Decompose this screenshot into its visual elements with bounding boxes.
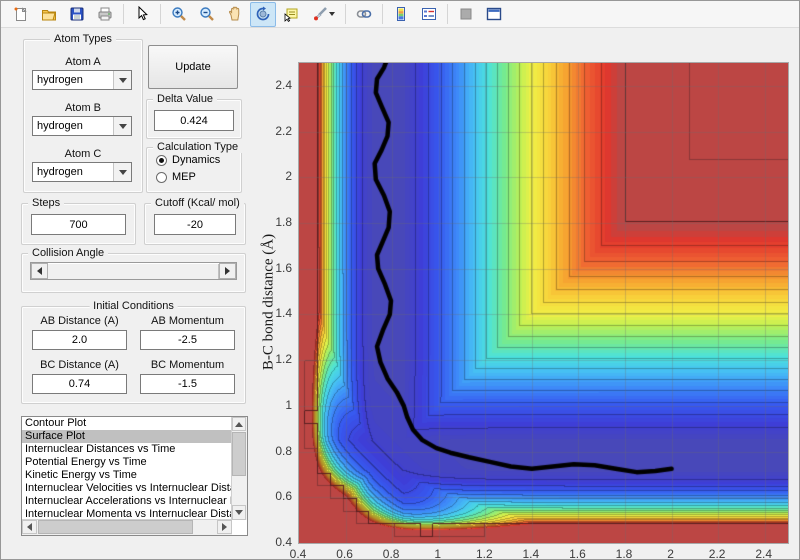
y-tick-label: 2.2 bbox=[264, 124, 292, 138]
x-tick-label: 0.4 bbox=[290, 547, 307, 560]
toolbar-pan[interactable] bbox=[222, 2, 248, 27]
toolbar-insert-colorbar[interactable] bbox=[388, 2, 414, 27]
contour-plot-canvas[interactable] bbox=[298, 62, 789, 544]
y-tick-label: 0.4 bbox=[264, 535, 292, 549]
x-tick-label: 1.6 bbox=[569, 547, 586, 560]
plot-area: A-B bond distance (Å) B-C bond distance … bbox=[1, 28, 799, 559]
application-window: Atom Types Atom A hydrogen Atom B hydrog… bbox=[0, 0, 800, 560]
open-folder-icon bbox=[41, 6, 57, 22]
y-tick-label: 1 bbox=[264, 398, 292, 412]
toolbar-separator bbox=[382, 4, 383, 24]
y-tick-label: 1.2 bbox=[264, 352, 292, 366]
toolbar-separator bbox=[447, 4, 448, 24]
toolbar-edit-plot[interactable] bbox=[129, 2, 155, 27]
y-tick-label: 2 bbox=[264, 169, 292, 183]
brush-dropdown-caret-icon[interactable] bbox=[329, 12, 335, 16]
y-axis-label: B-C bond distance (Å) bbox=[261, 234, 278, 370]
toolbar-new-figure[interactable] bbox=[8, 2, 34, 27]
zoom-in-icon bbox=[171, 6, 187, 22]
hide-plot-tools-icon bbox=[458, 6, 474, 22]
rotate-3d-icon bbox=[255, 6, 271, 22]
x-tick-label: 2 bbox=[667, 547, 674, 560]
toolbar-brush[interactable] bbox=[306, 2, 340, 27]
toolbar-hide-plot-tools[interactable] bbox=[453, 2, 479, 27]
toolbar-rotate-3d[interactable] bbox=[250, 2, 276, 27]
toolbar-zoom-in[interactable] bbox=[166, 2, 192, 27]
y-tick-label: 1.4 bbox=[264, 306, 292, 320]
x-tick-label: 1 bbox=[434, 547, 441, 560]
x-tick-label: 1.4 bbox=[523, 547, 540, 560]
arrow-cursor-icon bbox=[134, 6, 150, 22]
brush-icon bbox=[312, 6, 328, 22]
x-tick-label: 2.2 bbox=[709, 547, 726, 560]
save-floppy-icon bbox=[69, 6, 85, 22]
y-tick-label: 1.6 bbox=[264, 261, 292, 275]
x-tick-label: 1.8 bbox=[616, 547, 633, 560]
data-cursor-icon bbox=[283, 6, 299, 22]
printer-icon bbox=[97, 6, 113, 22]
y-tick-label: 0.8 bbox=[264, 444, 292, 458]
x-tick-label: 0.6 bbox=[336, 547, 353, 560]
toolbar-open-file[interactable] bbox=[36, 2, 62, 27]
figure-toolbar bbox=[1, 1, 799, 28]
colorbar-icon bbox=[393, 6, 409, 22]
toolbar-separator bbox=[160, 4, 161, 24]
x-tick-label: 2.4 bbox=[755, 547, 772, 560]
y-tick-label: 0.6 bbox=[264, 489, 292, 503]
x-tick-label: 0.8 bbox=[383, 547, 400, 560]
link-chain-icon bbox=[356, 6, 372, 22]
x-tick-label: 1.2 bbox=[476, 547, 493, 560]
toolbar-data-cursor[interactable] bbox=[278, 2, 304, 27]
y-tick-label: 2.4 bbox=[264, 78, 292, 92]
legend-icon bbox=[421, 6, 437, 22]
toolbar-dock-figure[interactable] bbox=[481, 2, 507, 27]
y-tick-label: 1.8 bbox=[264, 215, 292, 229]
toolbar-separator bbox=[123, 4, 124, 24]
dock-figure-icon bbox=[486, 6, 502, 22]
toolbar-print-figure[interactable] bbox=[92, 2, 118, 27]
zoom-out-icon bbox=[199, 6, 215, 22]
toolbar-zoom-out[interactable] bbox=[194, 2, 220, 27]
toolbar-insert-legend[interactable] bbox=[416, 2, 442, 27]
toolbar-link-plot[interactable] bbox=[351, 2, 377, 27]
toolbar-save-figure[interactable] bbox=[64, 2, 90, 27]
hand-pan-icon bbox=[227, 6, 243, 22]
toolbar-separator bbox=[345, 4, 346, 24]
new-document-icon bbox=[13, 6, 29, 22]
